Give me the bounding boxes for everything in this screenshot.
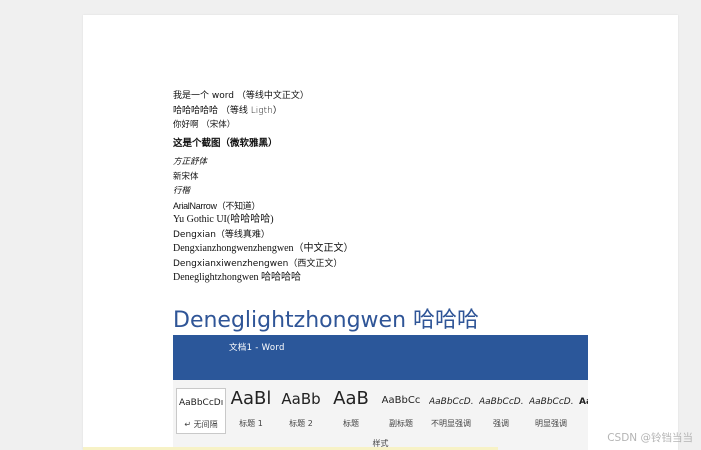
style-subtitle[interactable]: AaBbCc 副标题 <box>377 388 425 432</box>
style-caption: 不明显强调 <box>431 419 471 428</box>
style-caption: 标题 2 <box>289 419 313 428</box>
style-heading-1[interactable]: AaBl 标题 1 <box>227 388 275 432</box>
style-preview: Aa <box>579 397 588 407</box>
style-caption: 标题 <box>343 419 359 428</box>
embedded-word-screenshot: 文档1 - Word AaBbCcDı ↵ 无间隔 AaBl 标题 1 AaBb… <box>173 335 588 450</box>
style-preview: AaBbCcDı <box>179 398 223 408</box>
doc-line-yahei: 这是个截图（微软雅黑） <box>173 137 278 149</box>
word-ribbon-styles: AaBbCcDı ↵ 无间隔 AaBl 标题 1 AaBb 标题 2 AaB 标… <box>173 380 588 450</box>
style-preview: AaBl <box>230 388 272 408</box>
document-heading: Deneglightzhongwen 哈哈哈 <box>173 308 480 333</box>
style-preview: AaBbCc <box>381 395 421 406</box>
document-page: 我是一个 word （等线中文正文） 哈哈哈哈哈 （等线 Ligth） 你好啊 … <box>83 15 678 450</box>
word-window-title: 文档1 - Word <box>229 343 285 353</box>
doc-line-arial-narrow: ArialNarrow（不知道） <box>173 200 261 211</box>
doc-line-dengxian-zhongwen: Dengxianzhongwenzhengwen（中文正文） <box>173 243 354 254</box>
style-caption: 明显强调 <box>535 419 567 428</box>
doc-line-yu-gothic: Yu Gothic UI(哈哈哈哈) <box>173 214 274 225</box>
doc-line-fangzheng-shuti: 方正舒体 <box>173 157 208 167</box>
word-titlebar: 文档1 - Word <box>173 335 588 380</box>
style-subtle-emphasis[interactable]: AaBbCcD. 不明显强调 <box>427 388 475 432</box>
style-more[interactable]: Aa <box>577 388 588 432</box>
doc-line-dengxian-xiwen: Dengxianxiwenzhengwen（西文正文） <box>173 258 343 269</box>
style-preview: AaBbCcD. <box>429 397 473 407</box>
doc-line-dengxian-light: 哈哈哈哈哈 （等线 Ligth） <box>173 105 282 116</box>
doc-line-dengxian-body: 我是一个 word （等线中文正文） <box>173 91 309 101</box>
style-caption: 副标题 <box>389 419 413 428</box>
doc-line-deneglight: Deneglightzhongwen 哈哈哈哈 <box>173 272 302 283</box>
doc-line-songti: 你好啊 （宋体） <box>173 120 236 130</box>
style-preview: AaBb <box>281 390 321 408</box>
style-preview: AaB <box>333 388 369 408</box>
style-heading-2[interactable]: AaBb 标题 2 <box>277 388 325 432</box>
watermark: CSDN @铃铛当当 <box>607 432 693 444</box>
style-caption: ↵ 无间隔 <box>184 420 218 429</box>
style-caption: 标题 1 <box>239 419 263 428</box>
style-title[interactable]: AaB 标题 <box>327 388 375 432</box>
document-body: 我是一个 word （等线中文正文） 哈哈哈哈哈 （等线 Ligth） 你好啊 … <box>173 89 533 286</box>
style-no-spacing[interactable]: AaBbCcDı ↵ 无间隔 <box>176 388 226 434</box>
style-emphasis[interactable]: AaBbCcD. 强调 <box>477 388 525 432</box>
doc-line-dengxian: Dengxian（等线真难） <box>173 229 270 240</box>
style-preview: AaBbCcD. <box>529 397 573 407</box>
style-preview: AaBbCcD. <box>479 397 523 407</box>
doc-line-xinsongti: 新宋体 <box>173 171 199 182</box>
style-intense-emphasis[interactable]: AaBbCcD. 明显强调 <box>527 388 575 432</box>
styles-gallery: AaBbCcDı ↵ 无间隔 AaBl 标题 1 AaBb 标题 2 AaB 标… <box>173 388 588 434</box>
style-caption: 强调 <box>493 419 509 428</box>
doc-line-xingkai: 行楷 <box>173 186 191 196</box>
